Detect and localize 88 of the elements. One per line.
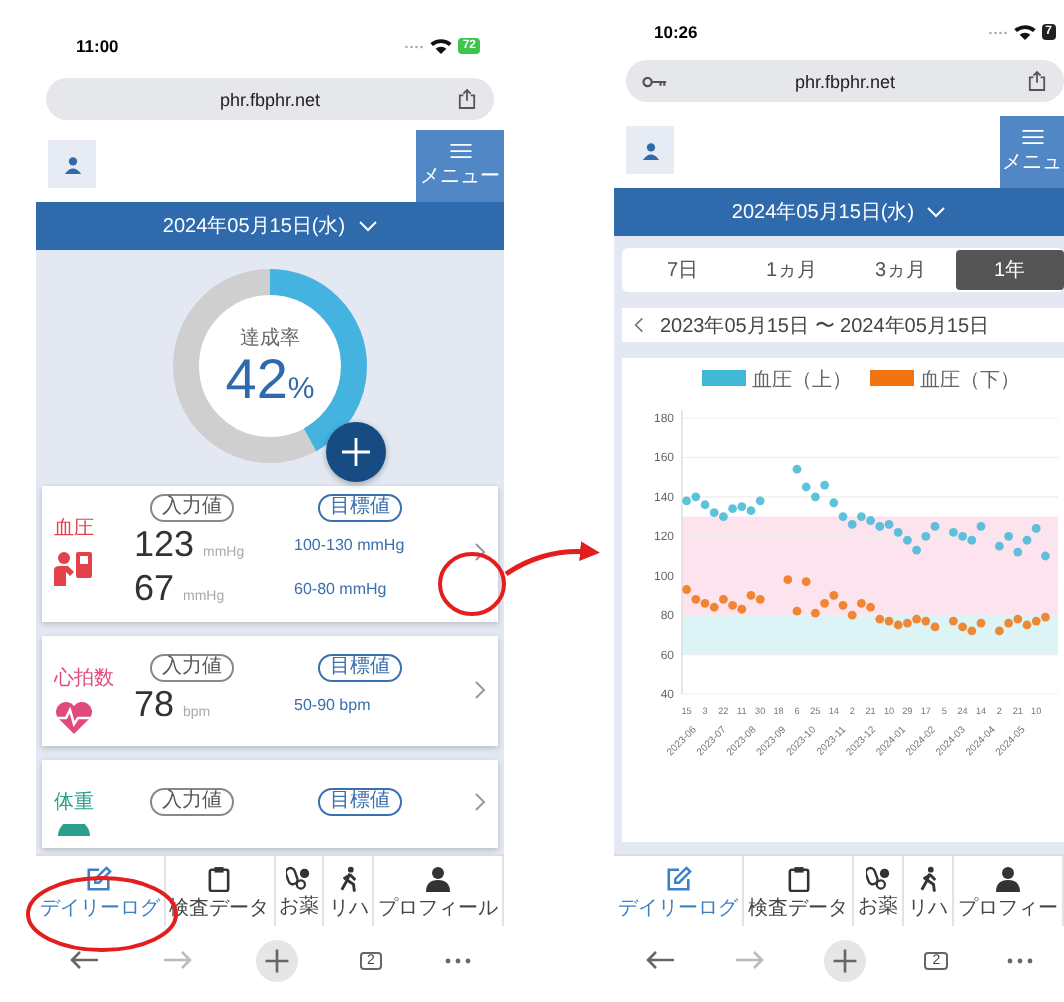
legend-label: 血圧（上） [752,370,852,392]
input-value-badge: 入力値 [150,494,234,522]
nav-tab[interactable]: プロフィール [374,856,504,926]
card-title: 心拍数 [54,665,116,692]
person-icon [996,865,1020,891]
nav-tab[interactable]: 検査データ [744,856,854,926]
clipboard-icon [787,865,809,891]
chevron-right-icon[interactable] [474,679,486,699]
period-tab[interactable]: 1年 [955,250,1064,290]
signal-icon [987,29,1008,35]
share-icon[interactable] [1028,70,1046,92]
edit-icon [86,865,113,891]
period-tab[interactable]: 7日 [628,250,737,290]
nav-tab[interactable]: お薬 [275,856,325,926]
person-icon [63,155,81,173]
chevron-down-icon [357,220,378,232]
data-point [801,577,811,587]
target-range: 100-130 mmHg [294,536,407,554]
wifi-icon [430,38,453,54]
arrow [504,541,600,577]
target-value-badge: 目標値 [318,788,402,816]
period-tab[interactable]: 3ヵ月 [846,250,955,290]
highlight-circle [438,552,506,616]
period-tab[interactable]: 1ヵ月 [737,250,846,290]
achievement-label: 達成率 [240,325,300,352]
address-bar[interactable]: phr.fbphr.net [46,78,494,120]
chevron-left-icon[interactable] [634,316,644,334]
target-value-badge: 目標値 [318,653,402,681]
share-icon[interactable] [458,88,476,110]
back-icon[interactable] [67,950,99,970]
date-selector[interactable]: 2024年05月15日(水) [36,202,504,250]
more-icon[interactable] [1006,957,1035,963]
status-time: 11:00 [76,36,119,56]
nav-tab[interactable]: デイリーログ [614,856,744,926]
profile-button[interactable] [626,126,674,174]
card-title: 体重 [54,789,96,816]
signal-icon [404,43,425,49]
url-text: phr.fbphr.net [794,71,896,91]
data-point [792,464,802,474]
blood-pressure-icon [54,550,94,586]
target-range: 50-90 bpm [294,695,373,713]
menu-icon [449,143,471,157]
profile-button[interactable] [48,140,96,188]
url-text: phr.fbphr.net [219,89,321,109]
card-title: 血圧 [54,516,96,542]
data-point [1041,551,1050,561]
key-icon[interactable] [642,75,668,87]
vital-card[interactable]: 体重 入力値 目標値 [42,760,498,848]
new-tab-icon[interactable] [824,939,867,981]
menu-icon [1021,129,1043,143]
legend-label: 血圧（下） [920,370,1020,392]
data-point [783,575,793,585]
address-bar[interactable]: phr.fbphr.net [626,60,1064,102]
input-value-badge: 入力値 [150,653,234,681]
back-icon[interactable] [643,950,676,970]
scale-icon [54,824,94,836]
more-icon[interactable] [444,957,473,963]
add-button[interactable] [326,422,386,482]
new-tab-icon[interactable] [255,939,298,981]
plus-icon [342,438,370,466]
status-time: 10:26 [654,22,698,42]
target-range: 60-80 mmHg [294,580,389,598]
chevron-right-icon[interactable] [474,542,486,562]
person-icon [641,141,659,159]
edit-icon [665,865,691,891]
data-point [829,498,839,508]
nav-tab[interactable]: デイリーログ [36,856,166,926]
walking-person-icon [919,865,937,891]
input-value-badge: 入力値 [150,788,234,816]
pills-icon [285,866,312,890]
menu-button[interactable]: メニュ [1000,116,1064,188]
wifi-icon [1013,24,1036,40]
data-point [976,522,986,531]
date-selector[interactable]: 2024年05月15日(水) [614,188,1064,236]
target-value-badge: 目標値 [318,494,402,522]
nav-tab[interactable]: プロフィー [954,856,1064,926]
chevron-right-icon[interactable] [474,792,486,812]
nav-tab[interactable]: お薬 [854,856,904,926]
achievement-value: 42% [225,352,315,408]
pills-icon [865,866,891,890]
menu-button[interactable]: メニュー [416,130,504,202]
walking-person-icon [339,865,358,891]
data-point [792,606,802,616]
date-range: 2023年05月15日 〜 2024年05月15日 [660,313,990,339]
person-icon [426,865,451,891]
heart-pulse-icon [54,700,94,734]
chevron-down-icon [926,206,947,218]
clipboard-icon [208,865,231,891]
